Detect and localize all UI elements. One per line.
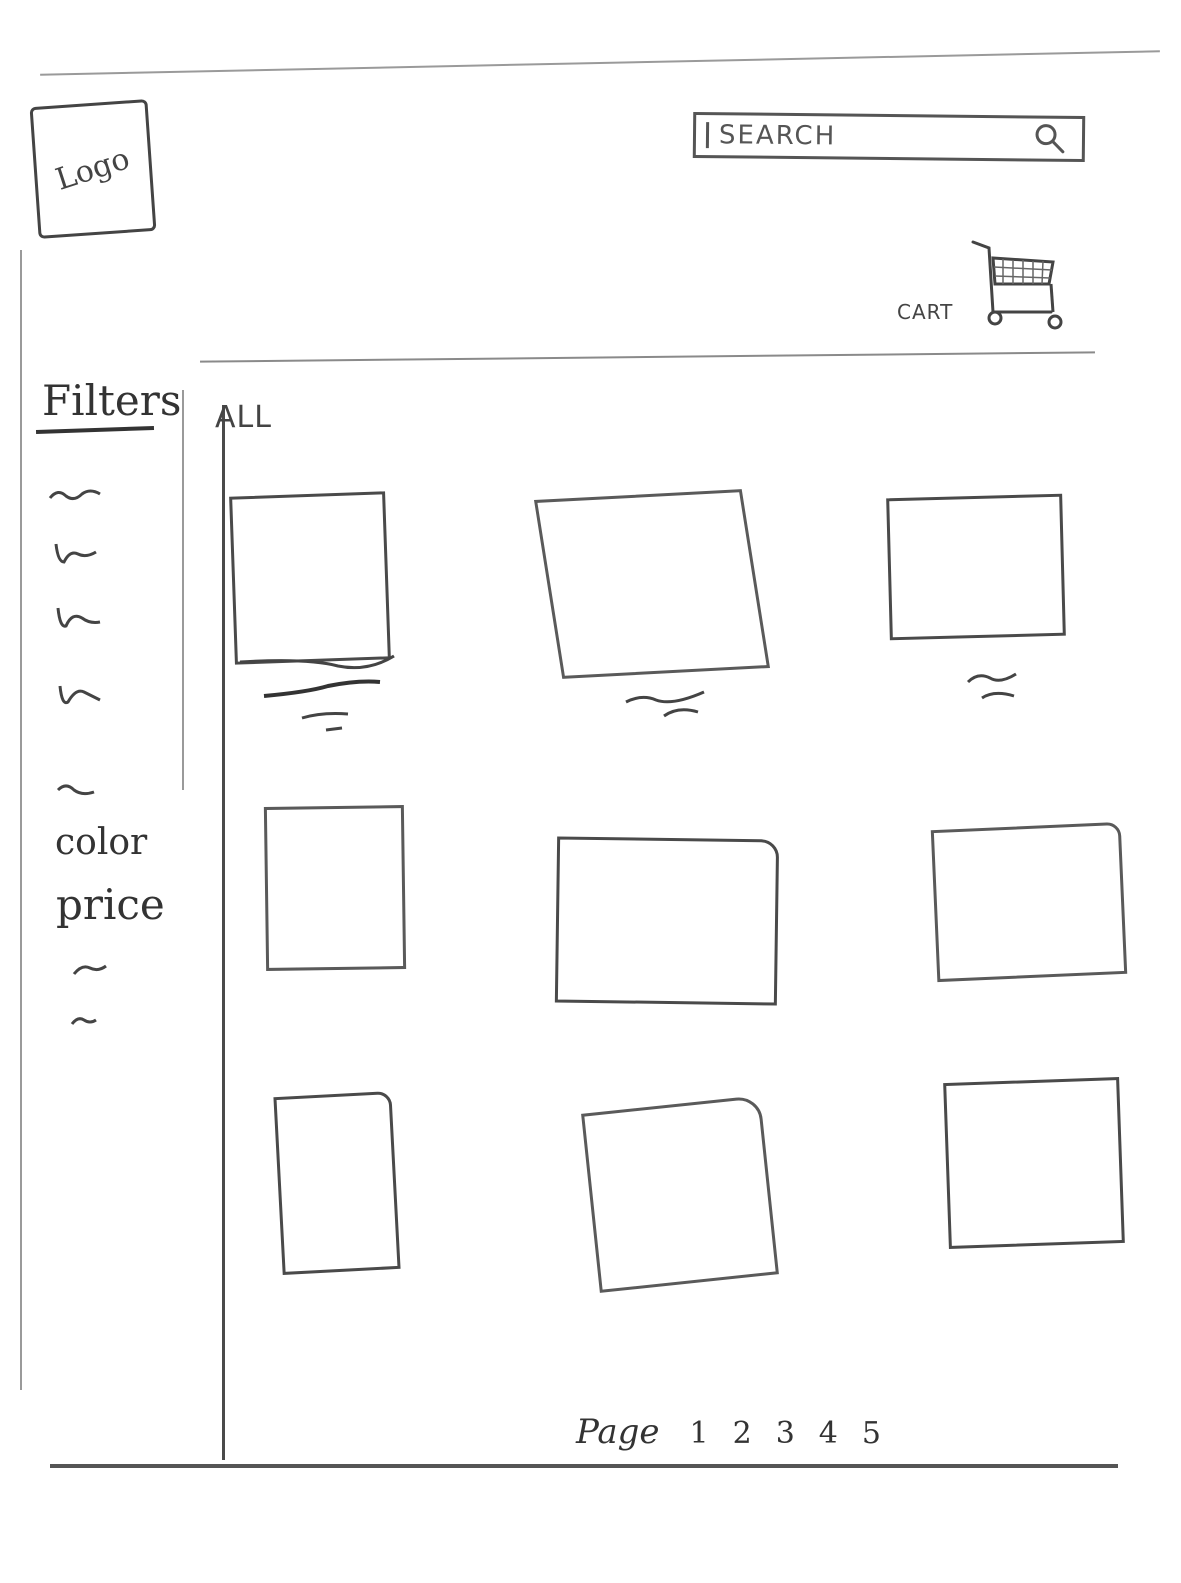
page-5-link[interactable]: 5 (862, 1416, 881, 1451)
filter-option-placeholder[interactable] (54, 778, 98, 798)
sidebar-divider (222, 405, 225, 1460)
tab-all[interactable]: ALL (215, 400, 272, 435)
product-card[interactable] (930, 821, 1128, 983)
page-2-link[interactable]: 2 (733, 1416, 752, 1451)
text-cursor (705, 122, 710, 149)
product-title-placeholder (239, 654, 395, 732)
search-input[interactable]: SEARCH (692, 111, 1086, 163)
header-divider (200, 351, 1095, 363)
product-card[interactable] (943, 1076, 1125, 1250)
product-card[interactable] (886, 493, 1066, 641)
filter-price[interactable]: price (56, 880, 165, 929)
cart-label: CART (897, 300, 954, 324)
cart-icon (971, 240, 1063, 330)
filters-heading: Filters (42, 376, 182, 425)
product-card[interactable] (229, 491, 391, 665)
page-3-link[interactable]: 3 (776, 1416, 795, 1451)
logo-text: Logo (51, 140, 135, 198)
product-title-placeholder (966, 672, 1017, 700)
filter-option-placeholder[interactable] (50, 540, 100, 568)
filter-color[interactable]: color (55, 822, 147, 863)
product-card[interactable] (273, 1091, 401, 1275)
page-top-edge (40, 50, 1160, 76)
filter-option-placeholder[interactable] (54, 680, 104, 708)
page-left-edge (20, 250, 22, 1390)
product-card[interactable] (533, 489, 771, 679)
price-option-placeholder[interactable] (70, 960, 110, 978)
filter-option-placeholder[interactable] (46, 484, 106, 504)
product-card[interactable] (581, 1095, 779, 1293)
filter-option-placeholder[interactable] (52, 604, 104, 632)
page-4-link[interactable]: 4 (819, 1416, 838, 1451)
logo[interactable]: Logo (29, 99, 157, 239)
product-card[interactable] (554, 836, 780, 1006)
pagination: Page 1 2 3 4 5 (576, 1412, 881, 1452)
filters-underline (35, 425, 155, 435)
search-placeholder: SEARCH (718, 120, 837, 152)
page-1-link[interactable]: 1 (690, 1416, 709, 1451)
product-title-placeholder (625, 690, 705, 718)
footer-line (50, 1464, 1118, 1468)
product-card[interactable] (263, 805, 407, 971)
search-icon[interactable] (1032, 120, 1068, 156)
pagination-label: Page (576, 1412, 660, 1452)
sidebar-edge (182, 390, 184, 790)
cart-button[interactable]: CART (893, 238, 1073, 334)
price-option-placeholder[interactable] (68, 1012, 98, 1028)
